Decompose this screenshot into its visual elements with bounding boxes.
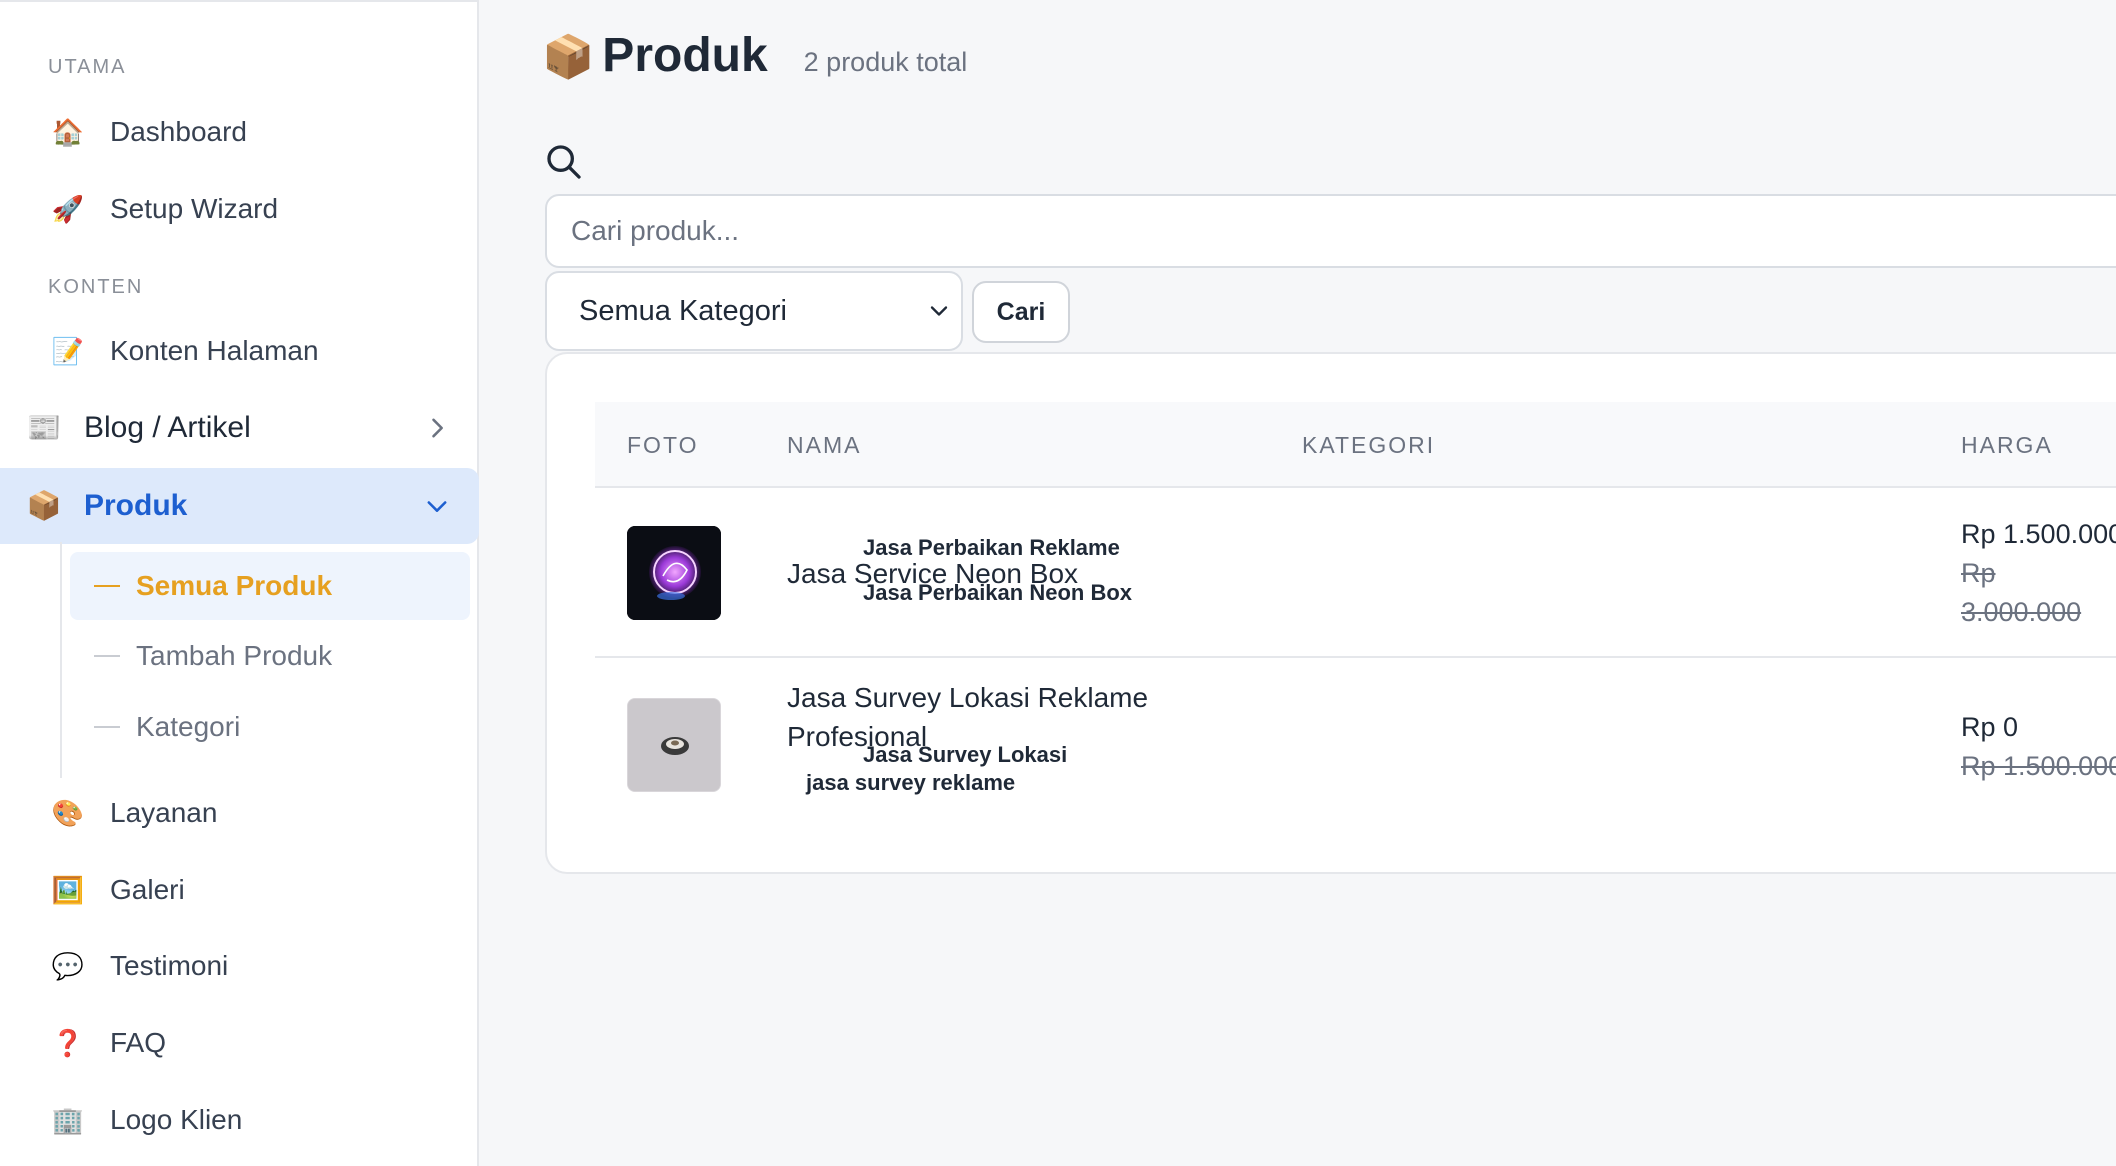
submenu-dash [94, 585, 120, 587]
chevron-right-icon [432, 418, 443, 438]
office-building-icon: 🏢 [51, 1105, 85, 1135]
page-header: 📦 Produk 2 produk total [542, 28, 967, 83]
search-icon [547, 145, 581, 179]
chevron-down-icon [427, 501, 447, 512]
sidebar-item-dashboard[interactable]: 🏠 Dashboard [0, 99, 479, 165]
survey-image [628, 699, 720, 791]
picture-icon: 🖼️ [51, 875, 85, 905]
sidebar-item-blog[interactable]: 📰 Blog / Artikel [0, 395, 479, 461]
sidebar-item-layanan[interactable]: 🎨 Layanan [0, 780, 479, 846]
memo-icon: 📝 [51, 336, 85, 366]
search-button[interactable]: Cari [972, 281, 1070, 343]
current-price: Rp 1.500.000 [1961, 519, 2116, 549]
original-price: Rp 1.500.000 [1961, 751, 2116, 781]
original-price: Rp [1961, 558, 1996, 588]
neon-box-image [627, 526, 721, 620]
search-input[interactable] [545, 194, 2116, 268]
sidebar-item-label: Testimoni [110, 950, 229, 981]
sidebar-subitem-semua-produk[interactable]: Semua Produk [70, 552, 470, 620]
sidebar-item-label: Setup Wizard [110, 193, 279, 224]
submenu-guide-line [60, 542, 62, 778]
section-label-utama: UTAMA [48, 56, 127, 78]
product-name-line: Jasa Survey Lokasi Reklame [787, 682, 1149, 713]
product-count: 2 produk total [803, 47, 968, 77]
product-thumbnail[interactable] [627, 526, 721, 620]
column-header-harga[interactable]: HARGA [1961, 402, 2053, 488]
products-table-card: FOTO NAMA KATEGORI HARGA Jasa Service Ne… [545, 352, 2116, 874]
sidebar-item-konten-halaman[interactable]: 📝 Konten Halaman [0, 318, 479, 384]
sidebar-item-galeri[interactable]: 🖼️ Galeri [0, 857, 479, 923]
submenu-dash [94, 655, 120, 657]
table-header: FOTO NAMA KATEGORI HARGA [595, 402, 2116, 488]
sidebar-item-label: Galeri [110, 874, 185, 905]
sidebar-item-setup-wizard[interactable]: 🚀 Setup Wizard [0, 176, 479, 242]
sidebar: UTAMA 🏠 Dashboard 🚀 Setup Wizard KONTEN … [0, 0, 479, 1166]
sidebar-item-label: Produk [84, 489, 188, 522]
product-tag: jasa survey reklame [806, 770, 1016, 795]
table-row[interactable]: Jasa Service Neon Box Jasa Perbaikan Rek… [595, 490, 2116, 658]
current-price: Rp 0 [1961, 712, 2019, 742]
sidebar-item-label: Logo Klien [110, 1104, 243, 1135]
sidebar-subitem-label: Tambah Produk [136, 640, 333, 671]
product-price: Rp 1.500.000 Rp 3.000.000 [1961, 515, 2116, 632]
original-price: 3.000.000 [1961, 597, 2082, 627]
category-select[interactable]: Semua Kategori [545, 271, 963, 351]
sidebar-subitem-kategori[interactable]: Kategori [70, 693, 470, 761]
sidebar-subitem-label: Semua Produk [136, 570, 333, 601]
rocket-icon: 🚀 [51, 194, 85, 224]
category-select-value: Semua Kategori [579, 294, 787, 327]
newspaper-icon: 📰 [26, 412, 62, 443]
category-tag: Jasa Survey Lokasi [863, 742, 1068, 767]
sidebar-item-label: Konten Halaman [110, 335, 319, 366]
sidebar-item-label: Blog / Artikel [84, 411, 251, 444]
sidebar-item-label: Layanan [110, 797, 218, 828]
column-header-nama[interactable]: NAMA [787, 402, 861, 488]
palette-icon: 🎨 [51, 798, 85, 828]
product-thumbnail[interactable] [627, 698, 721, 792]
category-tag: Jasa Perbaikan Reklame [863, 535, 1120, 560]
product-price: Rp 0 Rp 1.500.000 [1961, 708, 2116, 786]
sidebar-item-label: FAQ [110, 1027, 167, 1058]
column-header-foto[interactable]: FOTO [627, 402, 698, 488]
column-header-kategori[interactable]: KATEGORI [1302, 402, 1435, 488]
section-label-konten: KONTEN [48, 276, 144, 298]
table-row[interactable]: Jasa Survey Lokasi Reklame Profesional j… [595, 660, 2116, 830]
submenu-dash [94, 726, 120, 728]
house-icon: 🏠 [51, 117, 85, 147]
sidebar-item-faq[interactable]: ❓ FAQ [0, 1010, 479, 1076]
sidebar-item-testimoni[interactable]: 💬 Testimoni [0, 933, 479, 999]
category-tag: Jasa Perbaikan Neon Box [863, 580, 1133, 605]
question-mark-icon: ❓ [51, 1028, 85, 1058]
chevron-down-icon [930, 306, 948, 316]
sidebar-item-label: Dashboard [110, 116, 247, 147]
sidebar-item-produk[interactable]: 📦 Produk [0, 468, 479, 544]
package-icon: 📦 [542, 33, 595, 80]
sidebar-subitem-tambah-produk[interactable]: Tambah Produk [70, 622, 470, 690]
page-title: Produk [602, 29, 768, 82]
speech-bubble-icon: 💬 [51, 951, 85, 981]
package-icon: 📦 [26, 490, 62, 521]
sidebar-item-logo-klien[interactable]: 🏢 Logo Klien [0, 1087, 479, 1153]
sidebar-subitem-label: Kategori [136, 711, 241, 742]
